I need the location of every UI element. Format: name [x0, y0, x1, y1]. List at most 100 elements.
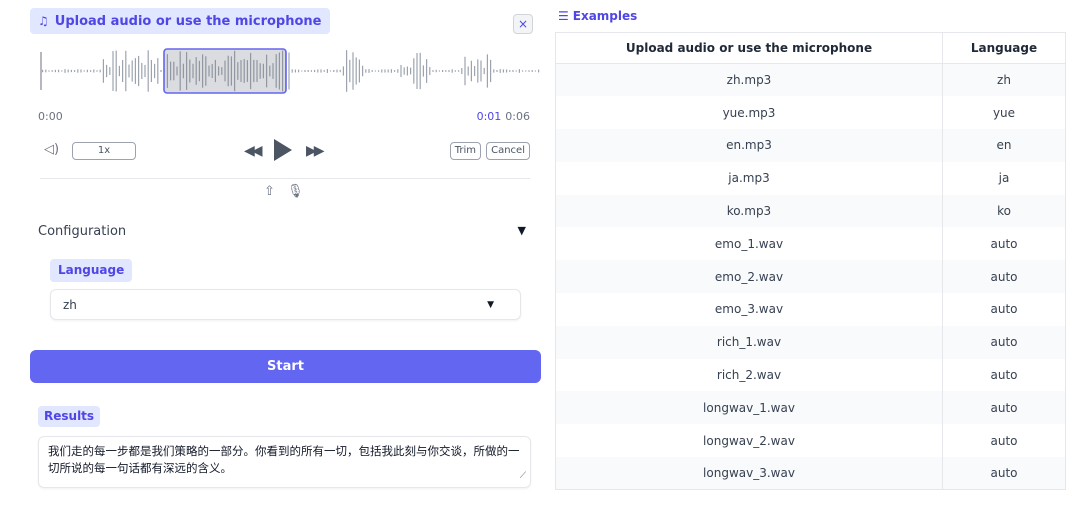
volume-icon[interactable]: ◁)	[44, 142, 59, 157]
table-row[interactable]: emo_1.wav auto	[555, 227, 1066, 261]
waveform-bar	[352, 52, 354, 90]
table-row[interactable]: rich_2.wav auto	[555, 358, 1066, 392]
table-row[interactable]: zh.mp3 zh	[555, 63, 1066, 97]
waveform-bar	[138, 55, 140, 87]
waveform-bar	[58, 69, 60, 73]
example-language-cell[interactable]: ja	[942, 161, 1066, 195]
column-header-language: Language	[942, 32, 1066, 64]
waveform-bar	[358, 59, 360, 83]
waveform-selection-region[interactable]	[163, 48, 287, 94]
results-textarea[interactable]: 我们走的每一步都是我们策略的一部分。你看到的所有一切，包括我此刻与你交谈，所做的…	[38, 436, 531, 488]
example-language-cell[interactable]: auto	[942, 424, 1066, 458]
configuration-title: Configuration	[38, 224, 127, 239]
start-button[interactable]: Start	[30, 350, 541, 383]
waveform-bar	[141, 62, 143, 80]
examples-table: Upload audio or use the microphone Langu…	[555, 32, 1066, 491]
waveform-bar	[432, 70, 434, 72]
table-row[interactable]: emo_2.wav auto	[555, 260, 1066, 294]
waveform-bar	[64, 69, 66, 73]
source-selector: ⇧ 🎙︎	[264, 184, 312, 199]
waveform-bar	[112, 51, 114, 91]
waveform-bar	[509, 70, 511, 72]
waveform-bar	[403, 67, 405, 75]
list-icon: ☰	[558, 9, 569, 23]
example-file-cell[interactable]: rich_2.wav	[555, 358, 943, 392]
forward-icon[interactable]: ▶▶	[306, 143, 324, 159]
example-language-cell[interactable]: auto	[942, 260, 1066, 294]
example-language-cell[interactable]: en	[942, 129, 1066, 162]
audio-label-badge: ♫ Upload audio or use the microphone	[30, 8, 330, 34]
example-language-cell[interactable]: auto	[942, 227, 1066, 261]
upload-icon[interactable]: ⇧	[264, 184, 275, 199]
playback-speed-button[interactable]: 1x	[72, 142, 136, 160]
waveform-bar	[493, 69, 495, 73]
example-file-cell[interactable]: longwav_1.wav	[555, 391, 943, 425]
waveform-bar	[374, 70, 376, 72]
triangle-down-icon[interactable]: ▼	[518, 224, 526, 237]
waveform-bar	[438, 70, 440, 72]
example-file-cell[interactable]: longwav_3.wav	[555, 457, 943, 490]
waveform-bar	[349, 59, 351, 83]
waveform-bar	[317, 69, 319, 73]
example-file-cell[interactable]: emo_1.wav	[555, 227, 943, 261]
resize-icon[interactable]: ⟋	[520, 468, 526, 485]
waveform-bar	[51, 70, 53, 72]
waveform-bar	[394, 70, 396, 72]
example-file-cell[interactable]: ja.mp3	[555, 161, 943, 195]
example-file-cell[interactable]: zh.mp3	[555, 63, 943, 97]
waveform-bar	[384, 69, 386, 73]
waveform-bar	[310, 70, 312, 72]
example-file-cell[interactable]: yue.mp3	[555, 96, 943, 130]
table-row[interactable]: ja.mp3 ja	[555, 161, 1066, 195]
table-row[interactable]: longwav_1.wav auto	[555, 391, 1066, 425]
example-language-cell[interactable]: yue	[942, 96, 1066, 130]
table-row[interactable]: yue.mp3 yue	[555, 96, 1066, 130]
table-row[interactable]: longwav_2.wav auto	[555, 424, 1066, 458]
waveform-bar	[147, 50, 149, 92]
waveform-bar	[522, 70, 524, 72]
waveform-bar	[442, 69, 444, 73]
example-language-cell[interactable]: auto	[942, 358, 1066, 392]
waveform-bar	[426, 59, 428, 83]
language-dropdown[interactable]: zh ▼	[50, 289, 521, 320]
example-language-cell[interactable]: auto	[942, 293, 1066, 326]
table-row[interactable]: longwav_3.wav auto	[555, 457, 1066, 490]
example-file-cell[interactable]: longwav_2.wav	[555, 424, 943, 458]
trim-button[interactable]: Trim	[449, 142, 481, 160]
rewind-icon[interactable]: ◀◀	[244, 143, 262, 159]
waveform-bar	[406, 66, 408, 76]
example-language-cell[interactable]: zh	[942, 63, 1066, 97]
waveform-bar	[413, 58, 415, 84]
example-language-cell[interactable]: auto	[942, 457, 1066, 490]
close-icon[interactable]: ×	[513, 14, 533, 34]
music-note-icon: ♫	[38, 14, 49, 28]
cancel-button[interactable]: Cancel	[486, 142, 530, 160]
table-row[interactable]: en.mp3 en	[555, 129, 1066, 162]
example-file-cell[interactable]: rich_1.wav	[555, 325, 943, 359]
audio-waveform[interactable]	[40, 46, 540, 96]
example-language-cell[interactable]: auto	[942, 391, 1066, 425]
waveform-bar	[445, 70, 447, 72]
waveform-bar	[506, 69, 508, 73]
waveform-bar	[131, 60, 133, 82]
waveform-bar	[294, 69, 296, 73]
configuration-accordion[interactable]: Configuration ▼	[38, 224, 530, 242]
table-row[interactable]: emo_3.wav auto	[555, 293, 1066, 326]
example-file-cell[interactable]: ko.mp3	[555, 194, 943, 228]
waveform-bar	[355, 57, 357, 85]
example-language-cell[interactable]: ko	[942, 194, 1066, 228]
example-file-cell[interactable]: emo_3.wav	[555, 293, 943, 326]
example-file-cell[interactable]: emo_2.wav	[555, 260, 943, 294]
examples-title: ☰ Examples	[558, 9, 637, 23]
caret-down-icon[interactable]: ▼	[487, 300, 494, 310]
microphone-icon[interactable]: 🎙︎	[287, 184, 304, 199]
waveform-bar	[477, 59, 479, 83]
waveform-bar	[518, 69, 520, 73]
time-start: 0:00	[38, 110, 63, 123]
example-file-cell[interactable]: en.mp3	[555, 129, 943, 162]
table-row[interactable]: ko.mp3 ko	[555, 194, 1066, 228]
waveform-bar	[515, 70, 517, 72]
play-icon[interactable]	[274, 139, 292, 161]
example-language-cell[interactable]: auto	[942, 325, 1066, 359]
table-row[interactable]: rich_1.wav auto	[555, 325, 1066, 359]
